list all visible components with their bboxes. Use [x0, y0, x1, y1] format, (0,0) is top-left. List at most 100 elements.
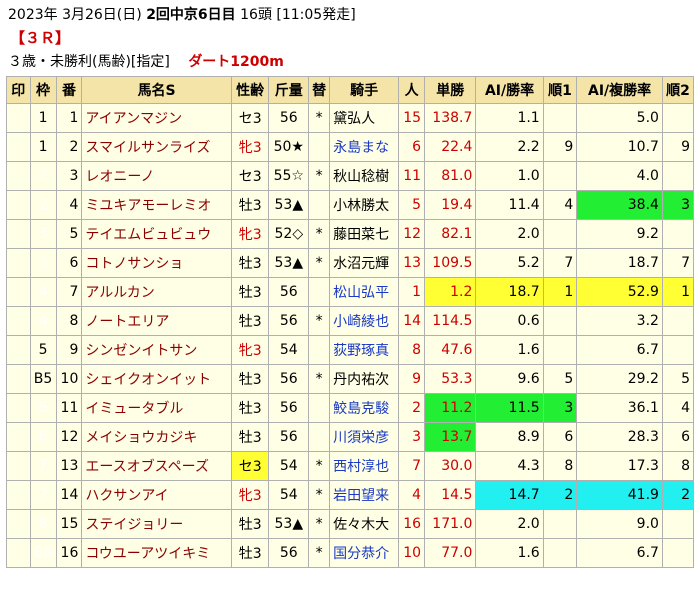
horse-name-cell[interactable]: スマイルサンライズ — [81, 132, 232, 162]
col-weight[interactable]: 斤量 — [268, 76, 310, 104]
waku-cell: 6 — [29, 422, 57, 452]
sex-age-cell: 牡3 — [230, 364, 270, 394]
jockey-cell[interactable]: 川須栄彦 — [329, 422, 400, 452]
table-row[interactable]: 4 8 ノートエリア 牡3 56 * 小崎綾也 14 114.5 0.6 3.2 — [6, 306, 694, 336]
win-odds-cell: 47.6 — [424, 335, 477, 365]
win-odds-cell: 77.0 — [424, 538, 477, 568]
change-mark-cell: * — [308, 248, 331, 278]
ai-place-rate-cell: 6.7 — [576, 538, 663, 568]
waku-cell: 3 — [29, 248, 57, 278]
horse-name-cell[interactable]: シンゼンイトサン — [81, 335, 232, 365]
horse-name-cell[interactable]: アイアンマジン — [81, 103, 232, 133]
win-odds-cell: 11.2 — [424, 393, 477, 423]
table-row[interactable]: B5 10 シェイクオンイット 牡3 56 * 丹内祐次 9 53.3 9.6 5 29.2 5 — [6, 364, 694, 394]
popularity-cell: 12 — [398, 219, 426, 249]
rank2-cell: 4 — [661, 393, 694, 423]
mark-cell — [6, 422, 31, 452]
jockey-cell[interactable]: 西村淳也 — [329, 451, 400, 481]
horse-name-cell[interactable]: コウユーアツイキミ — [81, 538, 232, 568]
table-row[interactable]: 2 3 レオニーノ セ3 55☆ * 秋山稔樹 11 81.0 1.0 4.0 — [6, 161, 694, 191]
popularity-cell: 15 — [398, 103, 426, 133]
table-row[interactable]: 3 5 テイエムビュビュウ 牝3 52◇ * 藤田菜七 12 82.1 2.0 9.2 — [6, 219, 694, 249]
col-win-odds[interactable]: 単勝 — [424, 76, 477, 104]
table-row[interactable]: 4 7 アルルカン 牡3 56 松山弘平 1 1.2 18.7 1 52.9 1 — [6, 277, 694, 307]
win-odds-cell: 171.0 — [424, 509, 477, 539]
col-number[interactable]: 番 — [55, 76, 83, 104]
ai-win-rate-cell: 5.2 — [475, 248, 544, 278]
horse-name-cell[interactable]: メイショウカジキ — [81, 422, 232, 452]
table-row[interactable]: 6 12 メイショウカジキ 牡3 56 川須栄彦 3 13.7 8.9 6 28.3 6 — [6, 422, 694, 452]
mark-cell — [6, 364, 31, 394]
col-rank2[interactable]: 順2 — [661, 76, 694, 104]
col-jockey[interactable]: 騎手 — [329, 76, 400, 104]
horse-name-cell[interactable]: ノートエリア — [81, 306, 232, 336]
sex-age-cell: 牡3 — [230, 277, 270, 307]
waku-cell: 7 — [29, 451, 57, 481]
jockey-cell[interactable]: 佐々木大 — [329, 509, 400, 539]
horse-name-cell[interactable]: アルルカン — [81, 277, 232, 307]
jockey-cell[interactable]: 黛弘人 — [329, 103, 400, 133]
jockey-cell[interactable]: 小林勝太 — [329, 190, 400, 220]
jockey-cell[interactable]: 水沼元輝 — [329, 248, 400, 278]
race-conditions: ３歳・未勝利(馬齢)[指定] — [8, 54, 170, 70]
table-row[interactable]: 7 13 エースオブスペーズ セ3 54 * 西村淳也 7 30.0 4.3 8 17.3 8 — [6, 451, 694, 481]
weight-cell: 56 — [268, 422, 310, 452]
jockey-cell[interactable]: 小崎綾也 — [329, 306, 400, 336]
horse-name-cell[interactable]: コトノサンショ — [81, 248, 232, 278]
col-horse-name[interactable]: 馬名S — [81, 76, 232, 104]
table-row[interactable]: 8 15 ステイジョリー 牡3 53▲ * 佐々木大 16 171.0 2.0 9.0 — [6, 509, 694, 539]
table-row[interactable]: 5 9 シンゼンイトサン 牝3 54 荻野琢真 8 47.6 1.6 6.7 — [6, 335, 694, 365]
jockey-cell[interactable]: 鮫島克駿 — [329, 393, 400, 423]
jockey-cell[interactable]: 荻野琢真 — [329, 335, 400, 365]
horse-name-cell[interactable]: ステイジョリー — [81, 509, 232, 539]
horse-name-cell[interactable]: テイエムビュビュウ — [81, 219, 232, 249]
weight-cell: 53▲ — [268, 190, 310, 220]
col-ai-win-rate[interactable]: AI/勝率 — [475, 76, 544, 104]
waku-cell: 6 — [29, 393, 57, 423]
horse-name-cell[interactable]: ミユキアモーレミオ — [81, 190, 232, 220]
horse-number-cell: 1 — [55, 103, 83, 133]
change-mark-cell: * — [308, 103, 331, 133]
mark-cell — [6, 103, 31, 133]
table-row[interactable]: 3 6 コトノサンショ 牡3 53▲ * 水沼元輝 13 109.5 5.2 7 18.7 7 — [6, 248, 694, 278]
popularity-cell: 1 — [398, 277, 426, 307]
weight-cell: 56 — [268, 103, 310, 133]
jockey-cell[interactable]: 岩田望来 — [329, 480, 400, 510]
jockey-cell[interactable]: 藤田菜七 — [329, 219, 400, 249]
rank1-cell: 6 — [542, 422, 578, 452]
col-rank1[interactable]: 順1 — [542, 76, 578, 104]
jockey-cell[interactable]: 国分恭介 — [329, 538, 400, 568]
win-odds-cell: 22.4 — [424, 132, 477, 162]
win-odds-cell: 138.7 — [424, 103, 477, 133]
table-row[interactable]: 1 2 スマイルサンライズ 牝3 50★ 永島まな 6 22.4 2.2 9 10.7 9 — [6, 132, 694, 162]
col-change[interactable]: 替 — [308, 76, 331, 104]
horse-name-cell[interactable]: ハクサンアイ — [81, 480, 232, 510]
col-sex-age[interactable]: 性齢 — [230, 76, 270, 104]
col-popularity[interactable]: 人 — [398, 76, 426, 104]
horse-name-cell[interactable]: シェイクオンイット — [81, 364, 232, 394]
col-mark[interactable]: 印 — [6, 76, 31, 104]
win-odds-cell: 1.2 — [424, 277, 477, 307]
jockey-cell[interactable]: 松山弘平 — [329, 277, 400, 307]
change-mark-cell — [308, 190, 331, 220]
horse-name-cell[interactable]: イミュータブル — [81, 393, 232, 423]
jockey-cell[interactable]: 丹内祐次 — [329, 364, 400, 394]
col-ai-place-rate[interactable]: AI/複勝率 — [576, 76, 663, 104]
popularity-cell: 9 — [398, 364, 426, 394]
col-waku[interactable]: 枠 — [29, 76, 57, 104]
table-row[interactable]: 2 4 ミユキアモーレミオ 牡3 53▲ 小林勝太 5 19.4 11.4 4 38.4 3 — [6, 190, 694, 220]
table-row[interactable]: 7 14 ハクサンアイ 牝3 54 * 岩田望来 4 14.5 14.7 2 41.9 2 — [6, 480, 694, 510]
horse-name-cell[interactable]: エースオブスペーズ — [81, 451, 232, 481]
table-row[interactable]: 1 1 アイアンマジン セ3 56 * 黛弘人 15 138.7 1.1 5.0 — [6, 103, 694, 133]
table-row[interactable]: 6 11 イミュータブル 牡3 56 鮫島克駿 2 11.2 11.5 3 36.1 4 — [6, 393, 694, 423]
weight-cell: 54 — [268, 335, 310, 365]
sex-age-cell: 牡3 — [230, 538, 270, 568]
mark-cell — [6, 335, 31, 365]
jockey-cell[interactable]: 永島まな — [329, 132, 400, 162]
horse-name-cell[interactable]: レオニーノ — [81, 161, 232, 191]
popularity-cell: 14 — [398, 306, 426, 336]
waku-cell: 4 — [29, 277, 57, 307]
mark-cell — [6, 480, 31, 510]
table-row[interactable]: B8 16 コウユーアツイキミ 牡3 56 * 国分恭介 10 77.0 1.6 6.7 — [6, 538, 694, 568]
jockey-cell[interactable]: 秋山稔樹 — [329, 161, 400, 191]
